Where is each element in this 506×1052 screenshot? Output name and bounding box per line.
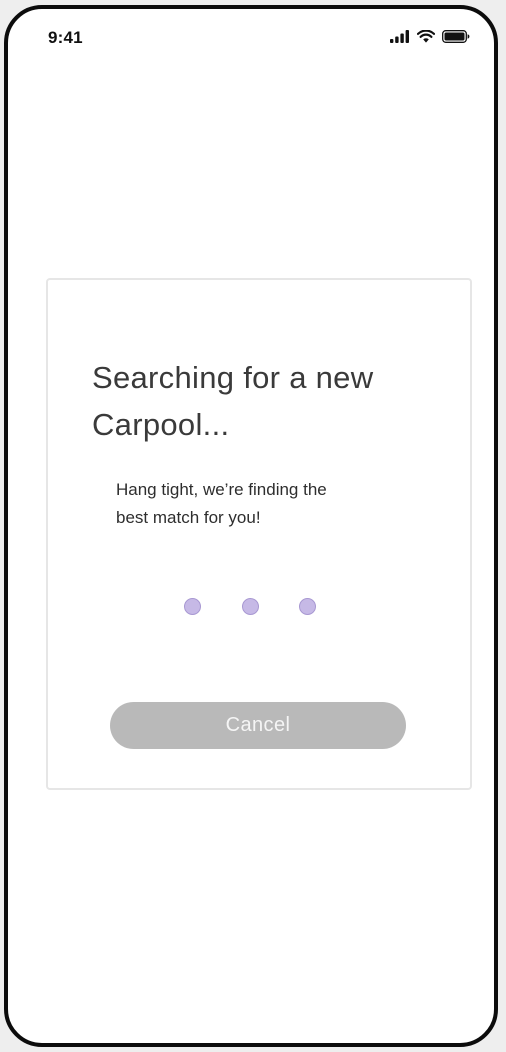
dialog-title: Searching for a new Carpool...: [92, 354, 432, 448]
loading-dot: [242, 598, 259, 615]
loading-dot: [299, 598, 316, 615]
battery-icon: [442, 30, 470, 43]
loading-dot: [184, 598, 201, 615]
dialog-title-line-2: Carpool...: [92, 407, 230, 442]
searching-dialog: Searching for a new Carpool... Hang tigh…: [46, 278, 472, 790]
status-icons: [390, 30, 470, 43]
cancel-button[interactable]: Cancel: [110, 702, 406, 749]
dialog-subtitle-line-2: best match for you!: [116, 508, 261, 527]
cellular-signal-icon: [390, 30, 409, 43]
phone-screen: 9:41 Searching for a new Carpool... Hang…: [4, 5, 498, 1047]
wifi-icon: [417, 30, 435, 43]
loading-indicator: [48, 598, 470, 618]
status-time: 9:41: [48, 28, 83, 47]
status-bar: 9:41: [8, 9, 494, 61]
dialog-subtitle-line-1: Hang tight, we’re finding the: [116, 480, 327, 499]
dialog-title-line-1: Searching for a new: [92, 360, 374, 395]
dialog-subtitle: Hang tight, we’re finding the best match…: [116, 476, 406, 532]
